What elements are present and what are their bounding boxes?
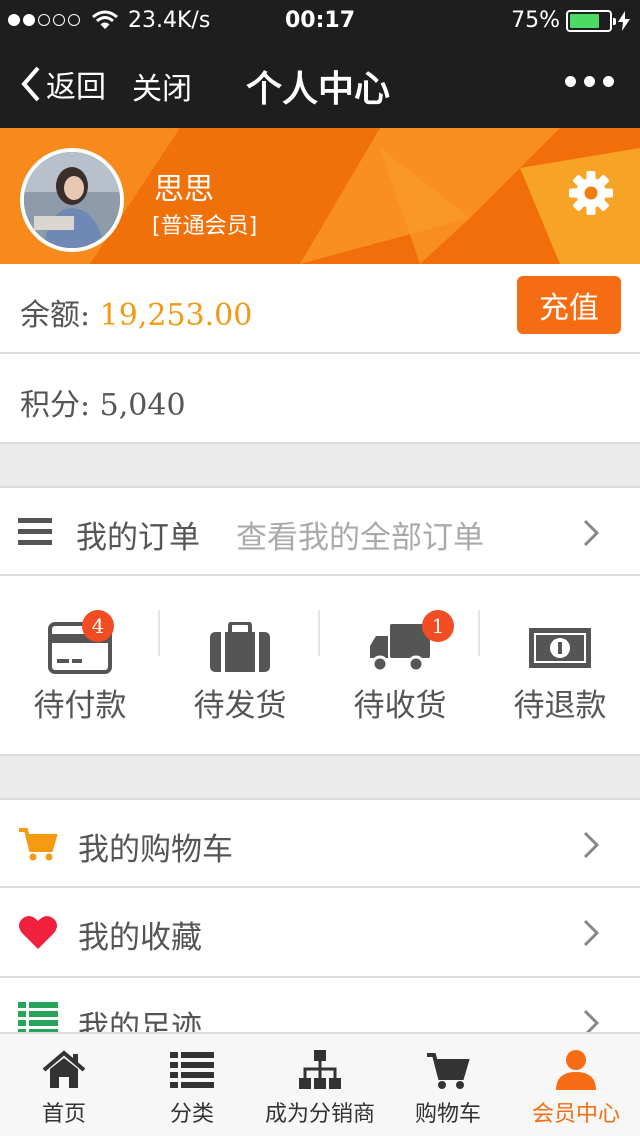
tab-home[interactable]: 首页 [0, 1034, 128, 1136]
bottom-tab-bar: 首页 分类 成为分销商 购物车 会员中心 [0, 1032, 640, 1136]
status-pending-refund[interactable]: 待退款 [480, 576, 640, 754]
org-chart-icon [299, 1050, 341, 1089]
battery-percent: 75% [511, 8, 560, 33]
tab-category[interactable]: 分类 [128, 1034, 256, 1136]
menu-item-cart[interactable]: 我的购物车 [0, 798, 640, 888]
menu-list-icon [18, 518, 52, 545]
recharge-button[interactable]: 充值 [517, 276, 621, 334]
username: 思思 [154, 172, 214, 207]
back-label: 返回 [46, 70, 106, 105]
tab-label: 分类 [169, 1102, 214, 1127]
member-level: [普通会员] [152, 214, 258, 239]
heart-icon [19, 915, 57, 949]
tab-label: 购物车 [414, 1102, 481, 1127]
tab-cart[interactable]: 购物车 [384, 1034, 512, 1136]
close-button[interactable]: 关闭 [132, 64, 192, 108]
points-label: 积分: 5,040 [20, 388, 186, 423]
tab-member-center[interactable]: 会员中心 [512, 1034, 640, 1136]
my-orders-title: 我的订单 [76, 520, 200, 556]
chevron-right-icon [583, 1009, 600, 1034]
battery-level [570, 13, 599, 28]
my-orders-row[interactable]: 我的订单 查看我的全部订单 [0, 486, 640, 576]
menu-label: 我的收藏 [78, 920, 202, 956]
balance-row: 余额: 19,253.00 充值 [0, 264, 640, 354]
tab-label: 会员中心 [531, 1102, 620, 1127]
wifi-icon [92, 10, 118, 29]
tab-label: 成为分销商 [264, 1102, 375, 1127]
signal-strength-icon [8, 14, 80, 26]
menu-item-favorites[interactable]: 我的收藏 [0, 888, 640, 978]
cart-icon [427, 1053, 470, 1089]
chevron-right-icon [583, 919, 600, 947]
status-label: 待退款 [513, 688, 607, 724]
battery-status: 75% [511, 8, 630, 33]
status-label: 待发货 [193, 688, 287, 724]
status-label: 待付款 [33, 688, 127, 724]
avatar-image [24, 152, 120, 248]
menu-item-footprints[interactable]: 我的足迹 [0, 978, 640, 1034]
back-button[interactable]: 返回 [20, 62, 106, 106]
gear-icon[interactable] [568, 170, 614, 216]
tab-label: 首页 [41, 1102, 86, 1127]
suitcase-icon [210, 622, 270, 672]
menu-label: 我的购物车 [78, 832, 233, 868]
status-pending-payment[interactable]: 4 待付款 [0, 576, 160, 754]
status-pending-receipt[interactable]: 1 待收货 [320, 576, 480, 754]
banknote-icon [529, 628, 591, 668]
order-status-row: 4 待付款 待发货 1 待收货 待退款 [0, 576, 640, 756]
charging-icon [618, 10, 630, 31]
navigation-bar: 返回 关闭 个人中心 [0, 40, 640, 128]
page-title: 个人中心 [246, 69, 391, 110]
network-speed: 23.4K/s [128, 7, 211, 33]
balance-label: 余额: 19,253.00 [20, 298, 253, 333]
badge-pending-payment: 4 [82, 610, 114, 642]
tab-become-distributor[interactable]: 成为分销商 [256, 1034, 384, 1136]
menu-label: 我的足迹 [78, 1010, 202, 1034]
list-icon [170, 1052, 214, 1088]
shopping-cart-icon [19, 828, 58, 861]
balance-value: 19,253.00 [99, 298, 253, 333]
more-options-button[interactable] [565, 76, 614, 87]
points-row: 积分: 5,040 [0, 354, 640, 444]
list-icon [18, 1002, 58, 1034]
home-icon [42, 1050, 86, 1088]
status-pending-shipment[interactable]: 待发货 [160, 576, 320, 754]
profile-banner: 思思 [普通会员] [0, 128, 640, 264]
avatar[interactable] [20, 148, 124, 252]
chevron-left-icon [21, 66, 40, 102]
chevron-right-icon [583, 519, 600, 547]
status-label: 待收货 [353, 688, 447, 724]
badge-pending-receipt: 1 [422, 610, 454, 642]
chevron-right-icon [583, 831, 600, 859]
view-all-orders-link: 查看我的全部订单 [236, 520, 484, 556]
battery-icon [566, 9, 616, 32]
status-bar: 23.4K/s 00:17 75% [0, 0, 640, 40]
user-icon [556, 1050, 596, 1090]
